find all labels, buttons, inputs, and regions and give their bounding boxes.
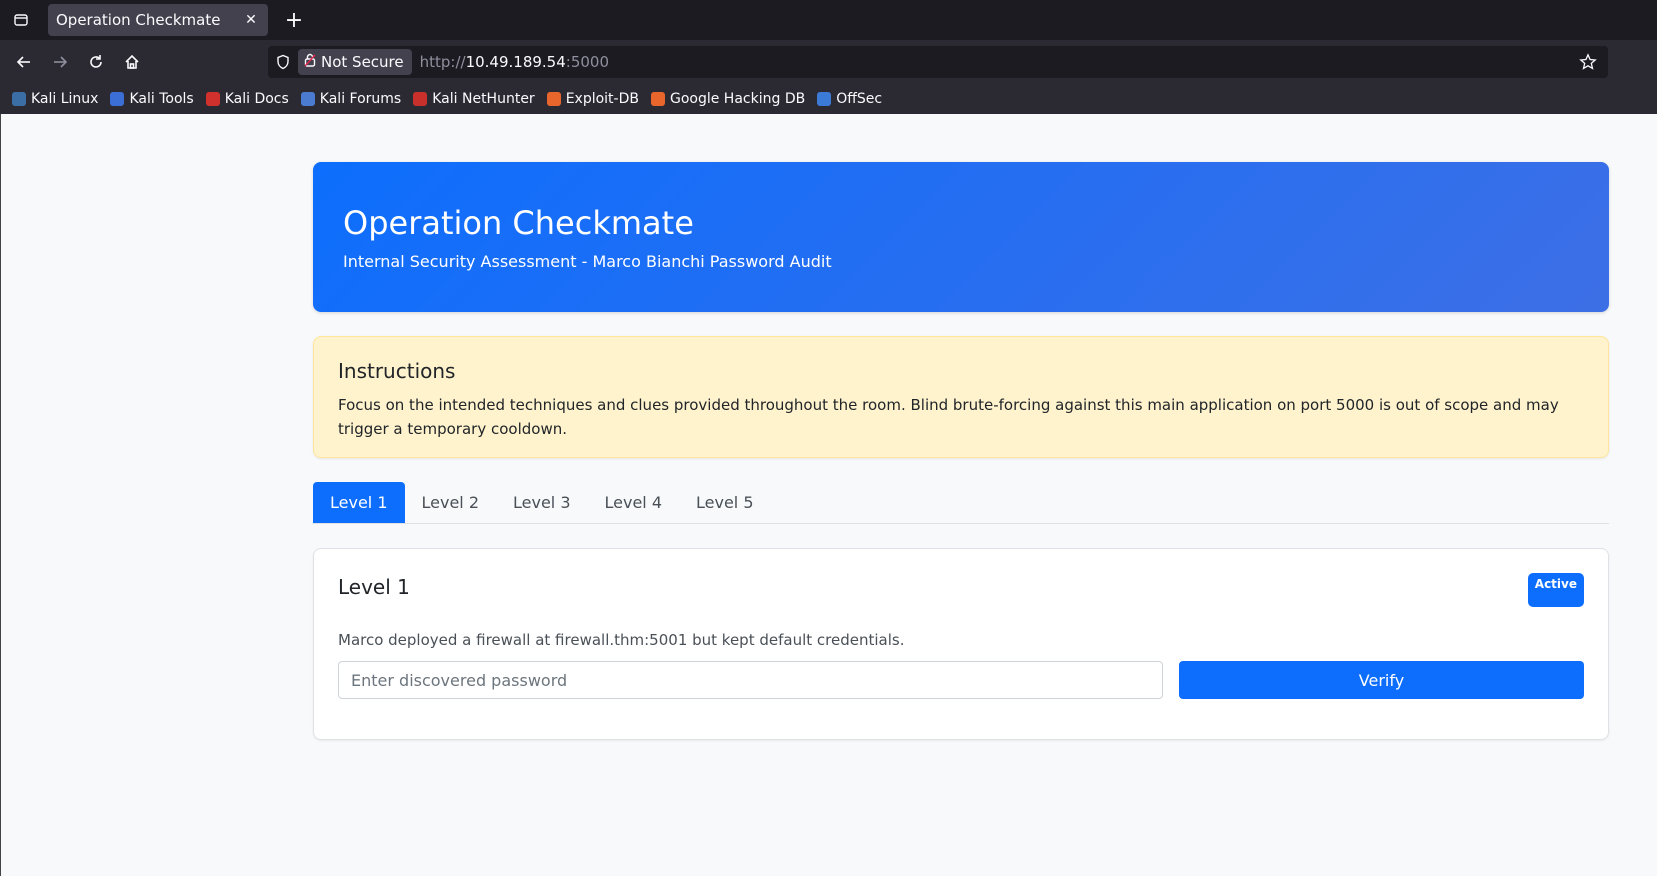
page-title: Operation Checkmate [343, 204, 694, 242]
bookmark-star-icon[interactable] [1576, 50, 1600, 74]
level-description: Marco deployed a firewall at firewall.th… [338, 631, 905, 649]
url-host: 10.49.189.54 [465, 53, 566, 71]
level-card: Level 1 Active Marco deployed a firewall… [313, 548, 1609, 740]
bookmark-label: OffSec [836, 91, 883, 107]
bookmark-favicon-icon [413, 92, 428, 106]
browser-chrome: Operation Checkmate ✕ + Not Secure http:… [0, 0, 1657, 114]
page-content: Operation Checkmate Internal Security As… [0, 114, 1657, 876]
bookmark-label: Kali Forums [319, 91, 402, 107]
bookmarks-toolbar: Kali Linux Kali Tools Kali Docs Kali Forums… [0, 84, 1657, 114]
tab-level-4[interactable]: Level 4 [588, 482, 680, 523]
bookmark-label: Kali NetHunter [432, 91, 535, 107]
instructions-alert: Instructions Focus on the intended techn… [313, 336, 1609, 458]
bookmark-favicon-icon [12, 92, 26, 106]
bookmark-favicon-icon [817, 92, 832, 106]
tracking-protection-shield-icon[interactable] [268, 46, 298, 78]
instructions-title: Instructions [338, 359, 456, 383]
hero-banner: Operation Checkmate Internal Security As… [313, 162, 1609, 312]
page-subtitle: Internal Security Assessment - Marco Bia… [343, 252, 832, 272]
url-port: :5000 [565, 53, 610, 71]
bookmark-favicon-icon [300, 92, 315, 106]
bookmark-item[interactable]: OffSec [817, 91, 882, 107]
home-icon[interactable] [118, 48, 146, 76]
bookmark-label: Kali Docs [224, 91, 289, 107]
back-icon[interactable] [10, 48, 38, 76]
bookmark-item[interactable]: Kali Linux [12, 91, 98, 107]
bookmark-item[interactable]: Kali Tools [110, 91, 194, 107]
url-scheme: http:// [419, 53, 466, 71]
not-secure-indicator[interactable]: Not Secure [298, 49, 412, 75]
bookmark-label: Kali Linux [31, 91, 99, 107]
status-badge: Active [1527, 573, 1584, 607]
bookmark-label: Google Hacking DB [669, 91, 806, 107]
reload-icon[interactable] [82, 48, 110, 76]
bookmark-item[interactable]: Kali NetHunter [413, 91, 535, 107]
level-tabs: Level 1 Level 2 Level 3 Level 4 Level 5 [313, 482, 1609, 524]
bookmark-item[interactable]: Kali Forums [300, 91, 402, 107]
not-secure-label: Not Secure [321, 53, 404, 71]
password-input[interactable] [338, 661, 1163, 699]
bookmark-item[interactable]: Google Hacking DB [650, 91, 806, 107]
tab-bar: Operation Checkmate ✕ + [0, 0, 1657, 40]
tab-overview-icon[interactable] [8, 8, 34, 32]
verify-button[interactable]: Verify [1179, 661, 1584, 699]
forward-icon[interactable] [46, 48, 74, 76]
tab-level-1[interactable]: Level 1 [313, 482, 405, 523]
insecure-lock-icon [304, 53, 316, 71]
bookmark-label: Kali Tools [129, 91, 194, 107]
tab-level-5[interactable]: Level 5 [679, 482, 771, 523]
bookmark-item[interactable]: Exploit-DB [546, 91, 639, 107]
browser-tab-title: Operation Checkmate [56, 11, 221, 29]
new-tab-button[interactable]: + [280, 6, 308, 34]
browser-tab-active[interactable]: Operation Checkmate ✕ [48, 4, 268, 36]
instructions-text: Focus on the intended techniques and clu… [338, 396, 1559, 438]
bookmark-favicon-icon [650, 92, 665, 106]
tab-level-3[interactable]: Level 3 [496, 482, 588, 523]
url-bar[interactable]: Not Secure http://10.49.189.54:5000 [268, 46, 1608, 78]
bookmark-favicon-icon [546, 92, 561, 106]
bookmark-item[interactable]: Kali Docs [205, 91, 289, 107]
bookmark-favicon-icon [205, 92, 220, 106]
level-card-title: Level 1 [338, 575, 410, 599]
navigation-toolbar: Not Secure http://10.49.189.54:5000 [0, 40, 1657, 84]
url-text[interactable]: http://10.49.189.54:5000 [420, 53, 609, 71]
bookmark-label: Exploit-DB [565, 91, 639, 107]
bookmark-favicon-icon [110, 92, 125, 106]
close-tab-icon[interactable]: ✕ [242, 12, 260, 28]
tab-level-2[interactable]: Level 2 [405, 482, 497, 523]
